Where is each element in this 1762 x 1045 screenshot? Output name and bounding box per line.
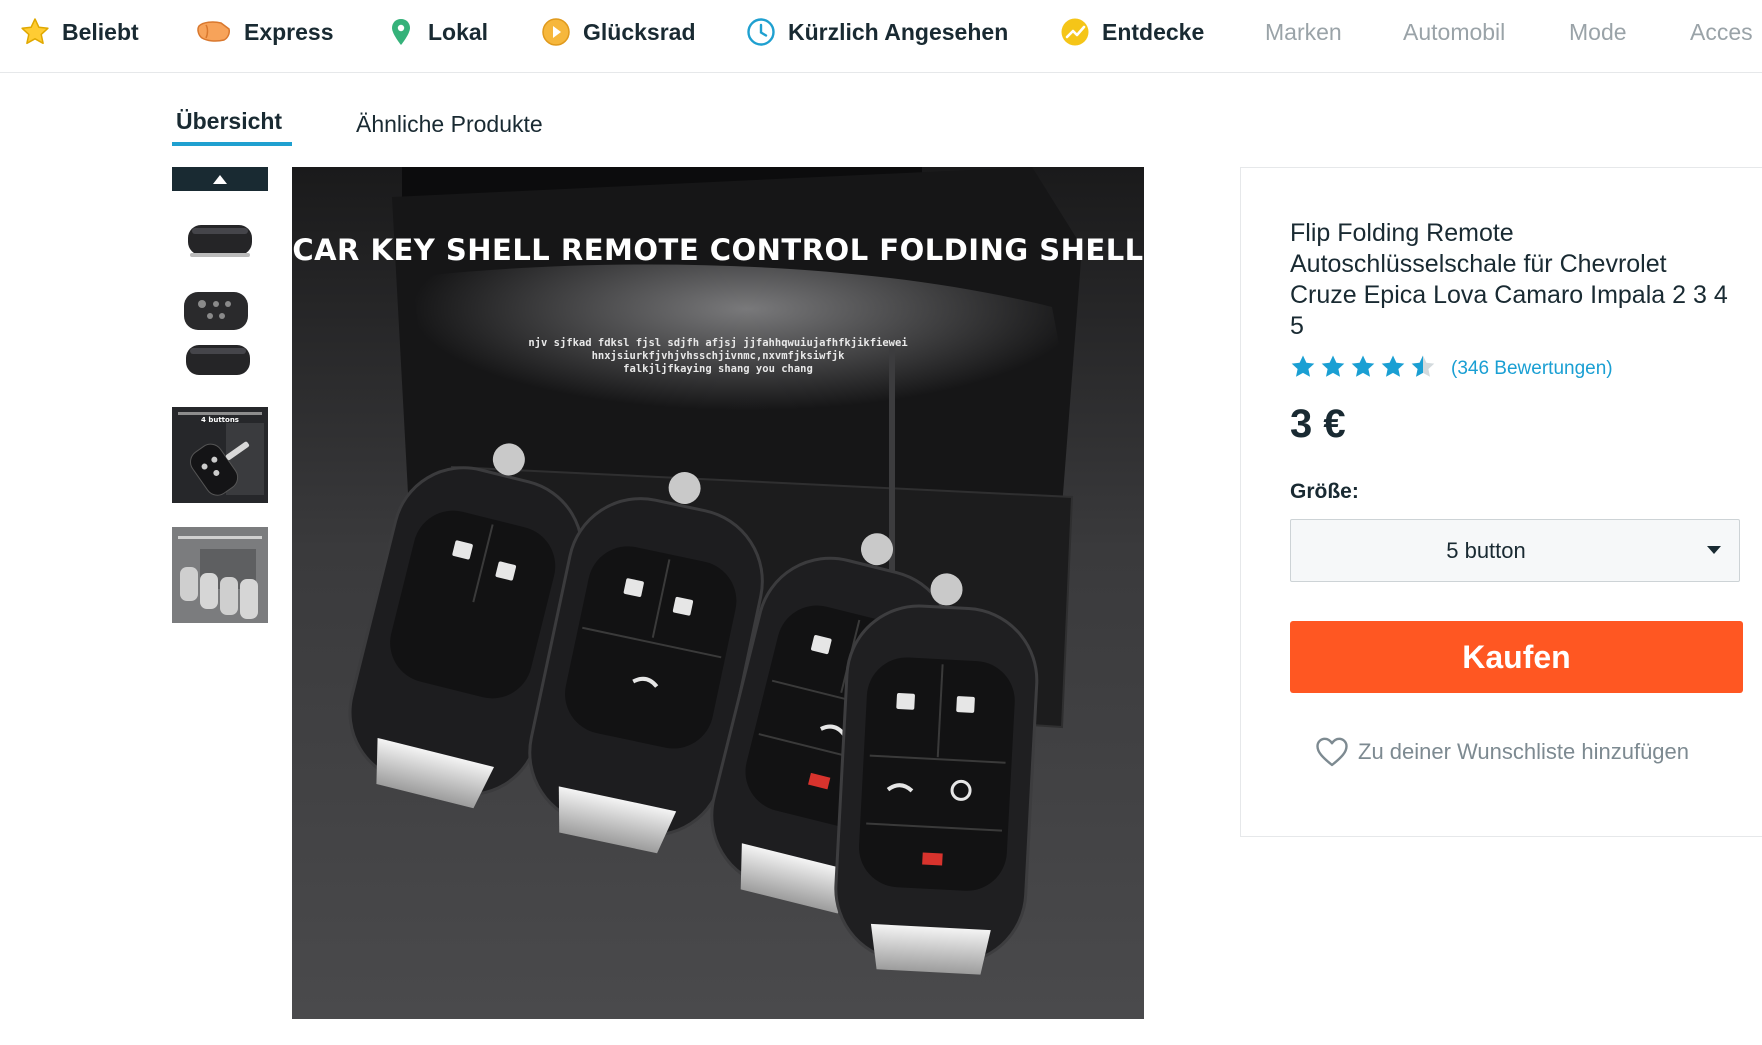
reviews-link[interactable]: (346 Bewertungen) — [1451, 358, 1613, 380]
thumbnail-image[interactable] — [172, 287, 268, 383]
image-fine-print-line: hnxjsiurkfjvhjvhsschjivnmc,nxvmfjksiwfjk — [591, 350, 845, 362]
nav-item-accessoires[interactable]: Acces — [1690, 0, 1753, 64]
nav-item-express[interactable]: Express — [196, 0, 334, 64]
thumbnail-strip: 4 buttons — [172, 167, 268, 623]
nav-item-beliebt[interactable]: Beliebt — [20, 0, 139, 64]
product-title: Flip Folding Remote Autoschlüsselschale … — [1290, 219, 1728, 340]
image-headline: CAR KEY SHELL REMOTE CONTROL FOLDING SHE… — [292, 233, 1144, 267]
heart-icon — [1316, 737, 1348, 767]
star-icon — [20, 17, 50, 47]
nav-label: Glücksrad — [583, 18, 696, 45]
add-to-wishlist-button[interactable]: Zu deiner Wunschliste hinzufügen — [1315, 734, 1689, 770]
wishlist-label: Zu deiner Wunschliste hinzufügen — [1358, 739, 1690, 764]
thumbnail-scroll-up-button[interactable] — [172, 167, 268, 191]
nav-item-gluecksrad[interactable]: Glücksrad — [541, 0, 696, 64]
category-nav: Beliebt Express Lokal Glücksrad Kürzlich… — [0, 0, 1762, 73]
star-full-icon — [1291, 355, 1315, 377]
image-fine-print-line: njv sjfkad fdksl fjsl sdjfh afjsj jjfahh… — [528, 337, 908, 349]
nav-label: Express — [244, 18, 334, 45]
star-full-icon — [1381, 355, 1405, 377]
tab-aehnliche-produkte[interactable]: Ähnliche Produkte — [356, 111, 543, 149]
clock-icon — [746, 17, 776, 47]
nav-label: Beliebt — [62, 18, 139, 45]
image-fine-print: njv sjfkad fdksl fjsl sdjfh afjsj jjfahh… — [292, 337, 1144, 376]
active-tab-indicator — [172, 142, 292, 146]
nav-item-entdecke[interactable]: Entdecke — [1060, 0, 1204, 64]
wheel-icon — [541, 17, 571, 47]
size-select-value: 5 button — [1446, 538, 1526, 563]
chevron-up-icon — [213, 174, 227, 184]
nav-item-marken[interactable]: Marken — [1265, 0, 1342, 64]
product-price: 3 € — [1290, 402, 1346, 446]
nav-label: Kürzlich Angesehen — [788, 18, 1009, 45]
size-select[interactable]: 5 button — [1290, 519, 1740, 582]
truck-icon — [196, 17, 232, 47]
star-full-icon — [1351, 355, 1375, 377]
star-full-icon — [1321, 355, 1345, 377]
nav-label: Entdecke — [1102, 18, 1205, 45]
main-product-image[interactable]: CAR KEY SHELL REMOTE CONTROL FOLDING SHE… — [292, 167, 1144, 1019]
star-half-icon — [1411, 355, 1435, 377]
nav-item-automobil[interactable]: Automobil — [1403, 0, 1505, 64]
trend-icon — [1060, 17, 1090, 47]
image-fine-print-line: falkjljfkaying shang you chang — [623, 363, 813, 375]
thumbnail-image[interactable] — [172, 527, 268, 623]
size-label: Größe: — [1290, 480, 1359, 503]
caret-down-icon — [1707, 546, 1721, 554]
thumbnail-image[interactable]: 4 buttons — [172, 407, 268, 503]
nav-item-kuerzlich-angesehen[interactable]: Kürzlich Angesehen — [746, 0, 1008, 64]
tab-uebersicht[interactable]: Übersicht — [176, 108, 282, 146]
rating-stars — [1290, 354, 1440, 382]
buy-button[interactable]: Kaufen — [1290, 621, 1743, 693]
location-pin-icon — [386, 17, 416, 47]
nav-item-lokal[interactable]: Lokal — [386, 0, 488, 64]
nav-item-mode[interactable]: Mode — [1569, 0, 1627, 64]
nav-label: Lokal — [428, 18, 489, 45]
thumbnail-image[interactable] — [172, 191, 268, 287]
thumbnail-caption: 4 buttons — [201, 416, 239, 424]
